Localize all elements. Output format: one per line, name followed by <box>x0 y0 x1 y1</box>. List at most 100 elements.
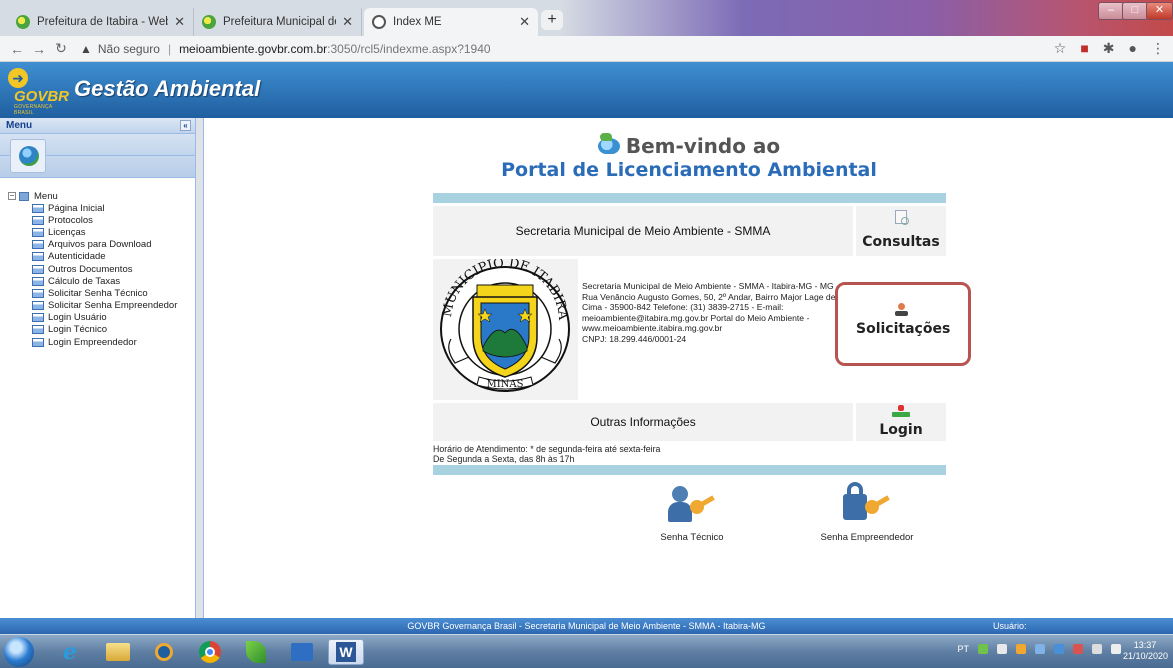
padlock-key-icon <box>841 482 893 526</box>
sidebar: Menu « − Menu Página Inicial Protocolos … <box>0 118 196 618</box>
tab-close-icon[interactable]: ✕ <box>174 14 185 30</box>
file-explorer-icon[interactable] <box>100 639 136 665</box>
outras-info-title: Outras Informações <box>590 415 696 429</box>
highlight-box <box>835 282 971 366</box>
logo-subtext: GOVERNANÇA BRASIL <box>14 104 53 116</box>
sync-icon[interactable] <box>1035 644 1045 654</box>
tab-close-icon[interactable]: ✕ <box>519 14 530 30</box>
senha-tecnico-button[interactable]: Senha Técnico <box>642 486 742 543</box>
minimize-button[interactable]: – <box>1098 2 1124 20</box>
maximize-button[interactable]: □ <box>1122 2 1148 20</box>
sidebar-item-label: Solicitar Senha Técnico <box>48 287 148 299</box>
url-field[interactable]: ▲ Não seguro | meioambiente.govbr.com.br… <box>80 42 491 56</box>
tab-close-icon[interactable]: ✕ <box>342 14 353 30</box>
sidebar-item-solicitar-senha-empreendedor[interactable]: Solicitar Senha Empreendedor <box>8 300 195 312</box>
tab-favicon-icon <box>16 15 30 29</box>
signal-icon[interactable] <box>997 644 1007 654</box>
sidebar-item-label: Autenticidade <box>48 251 106 263</box>
info-line: www.meioambiente.itabira.mg.gov.br <box>582 323 723 333</box>
browser-tab[interactable]: Prefeitura Municipal de Itabira - I ✕ <box>194 8 362 36</box>
sidebar-item-login-tecnico[interactable]: Login Técnico <box>8 324 195 336</box>
internet-explorer-icon[interactable]: e <box>52 639 88 665</box>
browser-tabstrip: Prefeitura de Itabira - Webmail : ✕ Pref… <box>0 0 1173 36</box>
logo-text: GOVBR <box>14 88 70 105</box>
back-icon[interactable]: ← <box>6 41 28 57</box>
bookmark-star-icon[interactable]: ☆ <box>1054 40 1067 57</box>
sidebar-item-arquivos-download[interactable]: Arquivos para Download <box>8 239 195 251</box>
wifi-icon[interactable] <box>1111 644 1121 654</box>
welcome-heading: Bem-vindo ao Portal de Licenciamento Amb… <box>204 133 1173 181</box>
sidebar-item-login-usuario[interactable]: Login Usuário <box>8 312 195 324</box>
senha-empreendedor-button[interactable]: Senha Empreendedor <box>802 482 932 543</box>
clock[interactable]: 13:37 21/10/2020 <box>1123 640 1168 662</box>
sidebar-item-label: Arquivos para Download <box>48 239 152 251</box>
outras-info-cell: Outras Informações <box>433 403 853 441</box>
info-line: Cima - 35900-842 Telefone: (31) 3839-271… <box>582 302 784 312</box>
volume-icon[interactable] <box>1092 644 1102 654</box>
media-player-icon[interactable] <box>146 639 182 665</box>
shield-icon[interactable] <box>978 644 988 654</box>
app-header: ➜ GOVBR GOVERNANÇA BRASIL Gestão Ambient… <box>0 62 1173 118</box>
logo-arrow-icon: ➜ <box>8 68 28 88</box>
titlebar-background <box>560 0 1173 36</box>
sidebar-item-label: Login Empreendedor <box>48 336 137 348</box>
start-button[interactable] <box>4 637 34 667</box>
secretaria-title-cell: Secretaria Municipal de Meio Ambiente - … <box>433 206 853 256</box>
collapse-tree-icon[interactable]: − <box>8 192 16 200</box>
network-warning-icon[interactable] <box>1073 644 1083 654</box>
sidebar-item-outros-documentos[interactable]: Outros Documentos <box>8 263 195 275</box>
taskbar: e W PT 13:37 21/10/2020 <box>0 634 1173 668</box>
horario-atendimento: Horário de Atendimento: * de segunda-fei… <box>433 444 946 464</box>
url-separator: | <box>167 41 172 56</box>
secretaria-title: Secretaria Municipal de Meio Ambiente - … <box>515 224 771 238</box>
sidebar-item-label: Login Técnico <box>48 324 107 336</box>
update-icon[interactable] <box>1054 644 1064 654</box>
leaf-app-icon[interactable] <box>238 639 274 665</box>
status-bar: GOVBR Governança Brasil - Secretaria Mun… <box>0 618 1173 634</box>
language-indicator[interactable]: PT <box>957 644 969 654</box>
browser-tab[interactable]: Prefeitura de Itabira - Webmail : ✕ <box>8 8 194 36</box>
sidebar-item-login-empreendedor[interactable]: Login Empreendedor <box>8 336 195 348</box>
page-icon <box>32 313 44 323</box>
login-button[interactable]: Login <box>856 403 946 441</box>
browser-toolbar-icons: ☆ ■ ✱ ● ⋮ <box>1054 40 1165 57</box>
system-tray: PT <box>957 644 1121 654</box>
sidebar-item-protocolos[interactable]: Protocolos <box>8 214 195 226</box>
page-icon <box>32 325 44 335</box>
sidebar-item-label: Página Inicial <box>48 202 105 214</box>
sidebar-item-calculo-taxas[interactable]: Cálculo de Taxas <box>8 275 195 287</box>
extensions-puzzle-icon[interactable]: ✱ <box>1103 40 1115 57</box>
close-window-button[interactable]: ✕ <box>1146 2 1173 20</box>
sidebar-header: Menu « <box>0 118 195 134</box>
new-tab-button[interactable]: + <box>541 10 563 30</box>
menu-kebab-icon[interactable]: ⋮ <box>1151 40 1165 57</box>
page-icon <box>32 301 44 311</box>
globe-leaf-icon <box>597 133 620 154</box>
pdf-extension-icon[interactable]: ■ <box>1080 40 1088 57</box>
info-line: CNPJ: 18.299.446/0001-24 <box>582 333 687 344</box>
collapse-icon[interactable]: « <box>180 120 191 131</box>
consultas-button[interactable]: Consultas <box>856 206 946 256</box>
chrome-icon[interactable] <box>192 639 228 665</box>
clock-time: 13:37 <box>1133 640 1157 650</box>
network-app-icon[interactable] <box>284 639 320 665</box>
tab-favicon-icon <box>202 15 216 29</box>
browser-tab-active[interactable]: Index ME ✕ <box>364 8 538 36</box>
word-icon[interactable]: W <box>328 639 364 665</box>
welcome-text: Bem-vindo ao <box>625 134 781 158</box>
user-label: Usuário: <box>993 621 1027 631</box>
forward-icon[interactable]: → <box>28 41 50 57</box>
sidebar-item-pagina-inicial[interactable]: Página Inicial <box>8 202 195 214</box>
sidebar-item-solicitar-senha-tecnico[interactable]: Solicitar Senha Técnico <box>8 287 195 299</box>
globe-tab-button[interactable] <box>10 139 46 173</box>
profile-icon[interactable]: ● <box>1129 40 1137 57</box>
sidebar-item-label: Solicitar Senha Empreendedor <box>48 300 178 312</box>
tree-root[interactable]: − Menu <box>8 190 195 202</box>
sidebar-item-licencas[interactable]: Licenças <box>8 226 195 238</box>
flag-icon[interactable] <box>1016 644 1026 654</box>
reload-icon[interactable]: ↻ <box>50 40 72 57</box>
sidebar-item-label: Cálculo de Taxas <box>48 275 121 287</box>
sidebar-item-autenticidade[interactable]: Autenticidade <box>8 251 195 263</box>
main-content: Bem-vindo ao Portal de Licenciamento Amb… <box>203 118 1173 618</box>
page-icon <box>32 276 44 286</box>
